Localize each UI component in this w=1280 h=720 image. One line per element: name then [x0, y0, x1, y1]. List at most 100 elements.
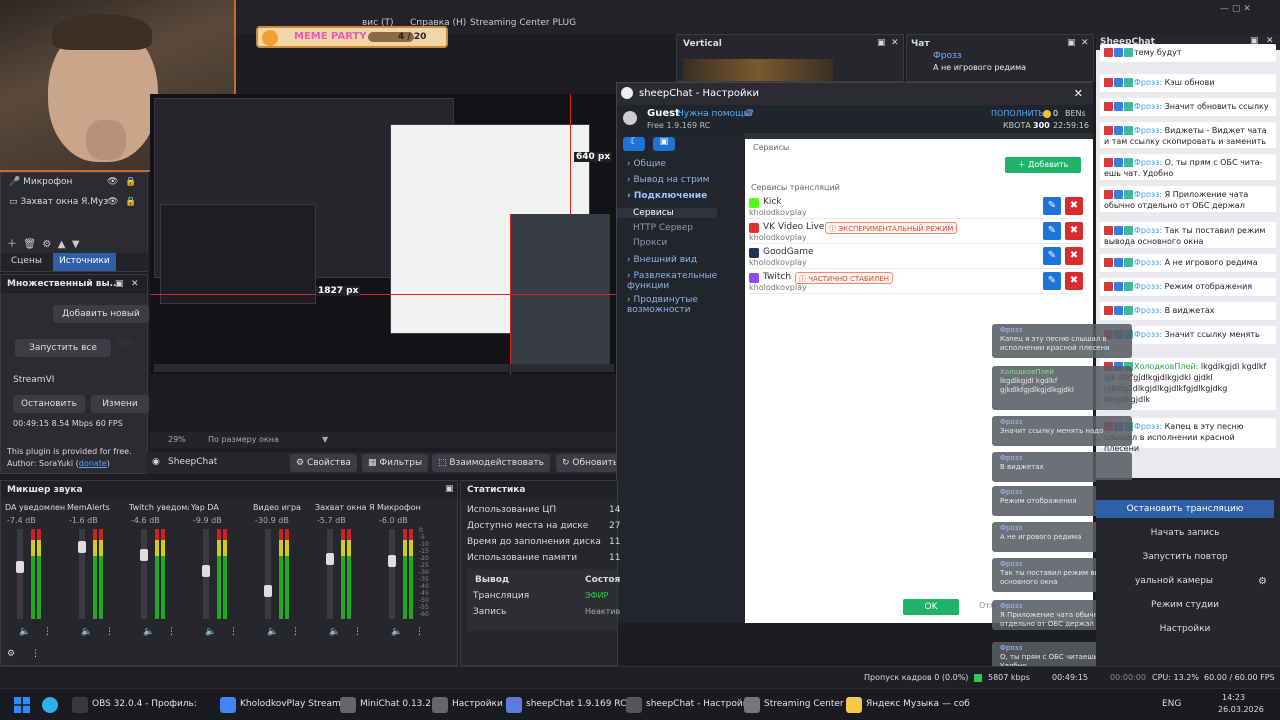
delete-icon[interactable]: ✖ [1065, 222, 1083, 240]
edge-icon[interactable] [42, 697, 58, 713]
delete-icon[interactable]: ✖ [1065, 272, 1083, 290]
volume-slider-track[interactable] [389, 529, 395, 619]
volume-slider-knob[interactable] [16, 561, 24, 573]
save-icon[interactable]: ▣ [653, 137, 675, 151]
clock-time[interactable]: 14:23 [1222, 693, 1245, 702]
speaker-icon[interactable]: 🔈 [81, 627, 92, 637]
up-icon[interactable]: ▲ [58, 239, 66, 250]
stop-button[interactable]: Остановить [13, 395, 85, 413]
change-button[interactable]: Измени [91, 395, 149, 413]
fit-mode[interactable]: По размеру окна [208, 435, 279, 444]
ok-button[interactable]: OK [903, 599, 959, 615]
kebab-icon[interactable]: ⋮ [291, 627, 300, 637]
speaker-icon[interactable]: 🔈 [143, 627, 154, 637]
tab-sources[interactable]: Источники [53, 253, 116, 271]
start-all-button[interactable]: Запустить все [15, 339, 111, 357]
eye-icon[interactable]: 👁 [107, 197, 118, 207]
stop-stream-button[interactable]: Остановить трансляцию [1096, 500, 1274, 518]
speaker-icon[interactable]: 🔈 [19, 627, 30, 637]
refresh-button[interactable]: ↻ Обновить [556, 454, 625, 472]
volume-slider-knob[interactable] [326, 553, 334, 565]
menu-plugin[interactable]: Streaming Center PLUG [470, 18, 576, 28]
volume-slider-track[interactable] [17, 529, 23, 619]
interact-button[interactable]: ⬚ Взаимодействовать [432, 454, 550, 472]
float-icon[interactable]: ▣ [877, 38, 886, 48]
kebab-icon[interactable]: ⋮ [43, 627, 52, 637]
topup-link[interactable]: ПОПОЛНИТЬ [991, 109, 1044, 118]
kebab-icon[interactable]: ⋮ [229, 627, 238, 637]
replay-button[interactable]: Запустить повтор [1096, 548, 1274, 566]
app-icon[interactable] [220, 697, 236, 713]
language-indicator[interactable]: ENG [1162, 699, 1181, 709]
app-icon[interactable] [506, 697, 522, 713]
delete-icon[interactable]: ✖ [1065, 247, 1083, 265]
taskbar-app-label[interactable]: Streaming Center [764, 699, 844, 709]
gear-icon[interactable]: ⚙ [42, 239, 51, 250]
volume-slider-knob[interactable] [264, 585, 272, 597]
trash-icon[interactable]: 🗑 [23, 239, 36, 250]
properties-button[interactable]: ⚙ Свойства [290, 454, 357, 472]
edit-icon[interactable]: ✎ [1043, 272, 1061, 290]
sidebar-item[interactable]: › Внешний вид [627, 255, 743, 265]
float-icon[interactable]: ▣ [445, 484, 454, 494]
down-icon[interactable]: ▼ [72, 239, 80, 250]
volume-slider-knob[interactable] [78, 541, 86, 553]
taskbar-app-label[interactable]: KholodkovPlay Stream - [240, 699, 347, 709]
window-controls[interactable]: — ▢ ✕ [1220, 4, 1251, 14]
volume-slider-track[interactable] [327, 529, 333, 619]
taskbar-app-label[interactable]: sheepChat 1.9.169 RC [Fr [526, 699, 641, 709]
sidebar-item[interactable]: Сервисы [617, 208, 717, 218]
kebab-icon[interactable]: ⋮ [105, 627, 114, 637]
close-icon[interactable]: ✕ [131, 279, 139, 289]
app-icon[interactable] [744, 697, 760, 713]
taskbar-app-label[interactable]: MiniChat 0.13.2 [360, 699, 431, 709]
mixer-gear-icon[interactable]: ⚙ [7, 649, 15, 659]
volume-slider-knob[interactable] [202, 565, 210, 577]
sidebar-item[interactable]: › Общие [627, 159, 743, 169]
eye-icon[interactable]: 👁 [107, 177, 118, 187]
close-icon[interactable]: ✕ [1081, 38, 1089, 48]
edit-icon[interactable]: ✎ [1043, 222, 1061, 240]
kebab-icon[interactable]: ⋮ [167, 627, 176, 637]
source-row-mic[interactable]: 🎤 Микрофон [9, 177, 72, 187]
clock-date[interactable]: 26.03.2026 [1218, 705, 1264, 714]
app-icon[interactable] [340, 697, 356, 713]
delete-icon[interactable]: ✖ [1065, 197, 1083, 215]
lock-icon[interactable]: 🔒 [125, 177, 136, 187]
edit-icon[interactable]: ✎ [1043, 247, 1061, 265]
source-row-window[interactable]: ▭ Захват окна Я.Муз [9, 197, 108, 207]
speaker-icon[interactable]: 🔈 [267, 627, 278, 637]
lock-icon[interactable]: 🔒 [125, 197, 136, 207]
start-record-button[interactable]: Начать запись [1096, 524, 1274, 542]
kebab-icon[interactable]: ⋮ [31, 649, 40, 659]
settings-button[interactable]: Настройки [1096, 620, 1274, 638]
close-icon[interactable]: ✕ [891, 38, 899, 48]
sidebar-item[interactable]: › Подключение [627, 191, 743, 201]
volume-slider-track[interactable] [141, 529, 147, 619]
taskbar-app-label[interactable]: Настройки [452, 699, 503, 709]
studio-mode-button[interactable]: Режим студии [1096, 596, 1274, 614]
moon-icon[interactable]: ☾ [623, 137, 645, 151]
obs-preview[interactable]: 640 px 1827 px [150, 94, 616, 374]
volume-slider-knob[interactable] [140, 549, 148, 561]
filters-button[interactable]: ▦ Фильтры [362, 454, 429, 472]
kebab-icon[interactable]: ⋮ [353, 627, 362, 637]
float-icon[interactable]: ▣ [1067, 38, 1076, 48]
app-icon[interactable] [432, 697, 448, 713]
edit-icon[interactable]: ✎ [1043, 197, 1061, 215]
add-icon[interactable]: ＋ [7, 239, 17, 250]
speaker-icon[interactable]: 🔈 [391, 627, 402, 637]
tab-scenes[interactable]: Сцены [11, 256, 42, 266]
app-icon[interactable] [626, 697, 642, 713]
extra-button[interactable] [117, 339, 133, 347]
close-icon[interactable]: ✕ [1074, 87, 1083, 100]
sidebar-item[interactable]: › Вывод на стрим [627, 175, 743, 185]
sidebar-item[interactable]: › Развлекательные функции [627, 271, 743, 291]
chevron-down-icon[interactable]: ▼ [322, 435, 328, 444]
app-icon[interactable] [72, 697, 88, 713]
help-link[interactable]: Нужна помощь? [677, 109, 754, 119]
volume-slider-knob[interactable] [388, 555, 396, 567]
app-icon[interactable] [846, 697, 862, 713]
taskbar-app-label[interactable]: Яндекс Музыка — соб [866, 699, 970, 709]
kebab-icon[interactable]: ⋮ [415, 627, 424, 637]
